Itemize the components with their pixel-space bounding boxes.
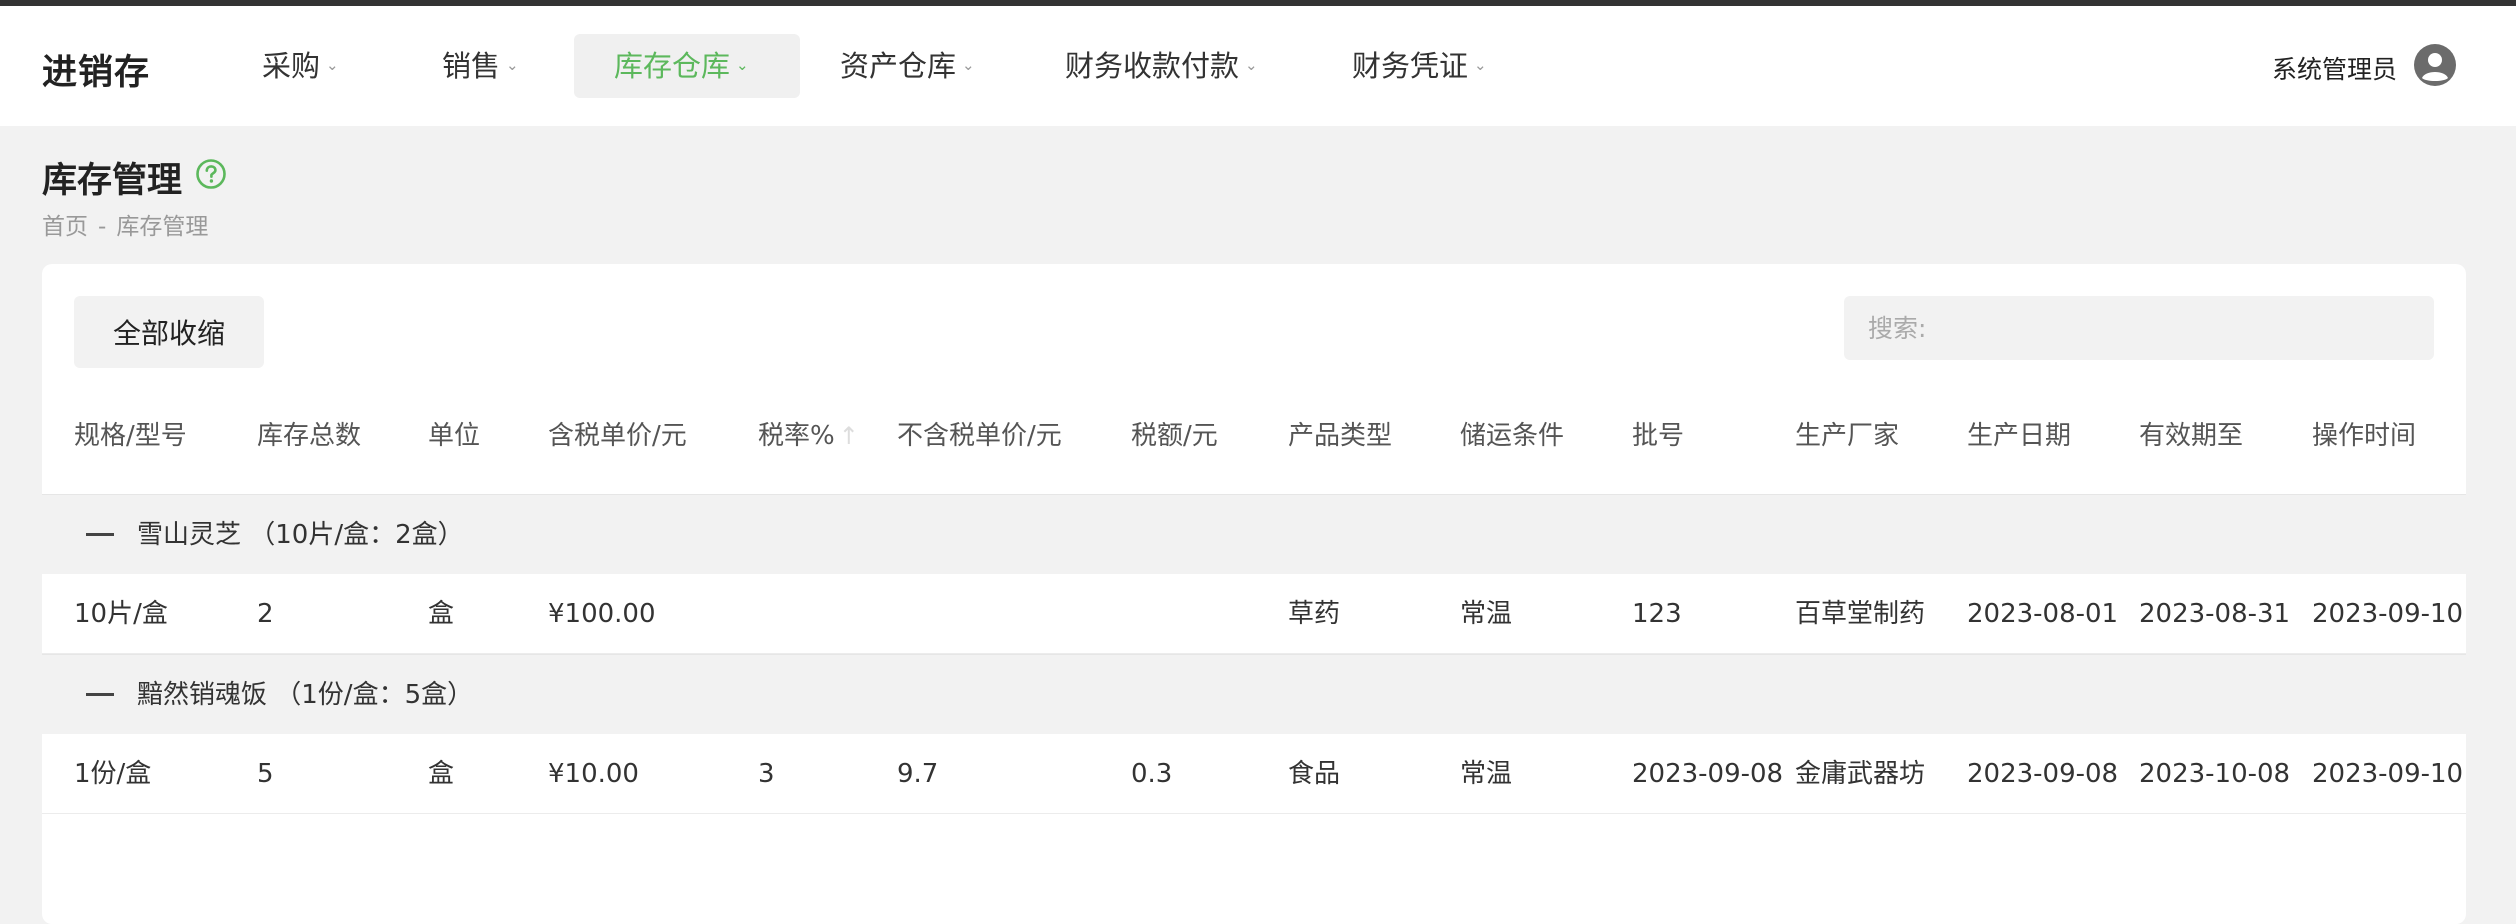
cell-spec: 10片/盒 — [74, 599, 168, 629]
cell-production-date: 2023-08-01 — [1967, 599, 2119, 629]
column-header-storage-condition[interactable]: 储运条件 — [1460, 394, 1564, 478]
nav-item-finance-vouchers[interactable]: 财务凭证 ⌄ — [1352, 34, 1487, 98]
table-row[interactable]: 1份/盒 5 盒 ¥10.00 3 9.7 0.3 食品 常温 2023-09-… — [42, 734, 2466, 814]
nav-item-label: 财务凭证 — [1352, 49, 1469, 83]
cell-price-incl-tax: ¥10.00 — [548, 759, 639, 789]
cell-unit: 盒 — [428, 599, 455, 629]
breadcrumb-current: 库存管理 — [116, 214, 209, 240]
help-circle-icon[interactable] — [195, 158, 227, 190]
cell-operation-time: 2023-09-10 1( — [2312, 599, 2466, 629]
cell-tax-amount: 0.3 — [1131, 759, 1173, 789]
column-header-manufacturer[interactable]: 生产厂家 — [1795, 394, 1899, 478]
chevron-down-icon: ⌄ — [736, 56, 749, 74]
chevron-down-icon: ⌄ — [962, 56, 975, 74]
column-header-batch-number[interactable]: 批号 — [1632, 394, 1684, 478]
column-header-product-type[interactable]: 产品类型 — [1288, 394, 1392, 478]
user-name[interactable]: 系统管理员 — [2272, 50, 2397, 86]
cell-total-stock: 5 — [257, 759, 274, 789]
page-title: 库存管理 — [42, 161, 183, 201]
column-header-unit[interactable]: 单位 — [428, 394, 480, 478]
collapse-all-button[interactable]: 全部收缩 — [74, 296, 264, 368]
cell-storage-condition: 常温 — [1460, 759, 1513, 789]
sort-up-icon[interactable]: ↑ — [839, 422, 859, 450]
nav-item-inventory-warehouse[interactable]: 库存仓库 ⌄ — [574, 34, 800, 98]
nav-item-label: 资产仓库 — [840, 49, 957, 83]
breadcrumb-home[interactable]: 首页 — [42, 214, 88, 240]
nav-item-label: 销售 — [442, 49, 501, 83]
column-header-expiry-date[interactable]: 有效期至 — [2139, 394, 2243, 478]
cell-manufacturer: 百草堂制药 — [1795, 599, 1926, 629]
collapse-minus-icon[interactable] — [86, 533, 114, 536]
cell-production-date: 2023-09-08 — [1967, 759, 2119, 789]
nav-item-label: 财务收款付款 — [1065, 49, 1240, 83]
nav-item-sales[interactable]: 销售 ⌄ — [442, 34, 519, 98]
group-row[interactable]: 雪山灵芝 （10片/盒：2盒） — [42, 494, 2466, 574]
collapse-minus-icon[interactable] — [86, 693, 114, 696]
cell-total-stock: 2 — [257, 599, 274, 629]
cell-price-excl-tax: 9.7 — [897, 759, 939, 789]
chevron-down-icon: ⌄ — [1474, 56, 1487, 74]
search-input[interactable] — [1844, 296, 2434, 360]
inventory-card: 全部收缩 规格/型号 库存总数 单位 含税单价/元 税率%↑ 不含税单价/元 税… — [42, 264, 2466, 924]
group-label: 黯然销魂饭 （1份/盒：5盒） — [137, 680, 474, 710]
cell-tax-rate: 3 — [758, 759, 775, 789]
cell-manufacturer: 金庸武器坊 — [1795, 759, 1926, 789]
top-navbar: 进销存 采购 ⌄ 销售 ⌄ 库存仓库 ⌄ 资产仓库 ⌄ 财务收款付款 ⌄ 财务凭证 ⌄ 系统… — [0, 6, 2516, 126]
cell-batch-number: 123 — [1632, 599, 1682, 629]
nav-item-asset-warehouse[interactable]: 资产仓库 ⌄ — [840, 34, 975, 98]
cell-operation-time: 2023-09-10 2 — [2312, 759, 2466, 789]
column-header-tax-rate[interactable]: 税率% ↑ — [758, 394, 859, 478]
cell-expiry-date: 2023-08-31 — [2139, 599, 2291, 629]
nav-item-label: 库存仓库 — [614, 49, 731, 83]
table-row[interactable]: 10片/盒 2 盒 ¥100.00 草药 常温 123 百草堂制药 2023-0… — [42, 574, 2466, 654]
column-header-price-incl-tax[interactable]: 含税单价/元 — [548, 394, 687, 478]
group-row[interactable]: 黯然销魂饭 （1份/盒：5盒） — [42, 654, 2466, 734]
brand-logo[interactable]: 进销存 — [42, 44, 150, 95]
column-header-production-date[interactable]: 生产日期 — [1967, 394, 2071, 478]
column-header-label: 税率% — [758, 421, 835, 451]
column-header-tax-amount[interactable]: 税额/元 — [1131, 394, 1218, 478]
cell-product-type: 食品 — [1288, 759, 1341, 789]
breadcrumb-separator: - — [98, 214, 107, 240]
group-label: 雪山灵芝 （10片/盒：2盒） — [137, 520, 464, 550]
column-header-spec[interactable]: 规格/型号 — [74, 394, 187, 478]
cell-price-incl-tax: ¥100.00 — [548, 599, 656, 629]
chevron-down-icon: ⌄ — [506, 56, 519, 74]
nav-item-label: 采购 — [262, 49, 321, 83]
cell-batch-number: 2023-09-08 — [1632, 759, 1784, 789]
cell-storage-condition: 常温 — [1460, 599, 1513, 629]
breadcrumb: 首页 - 库存管理 — [42, 207, 208, 241]
nav-item-finance-payments[interactable]: 财务收款付款 ⌄ — [1065, 34, 1258, 98]
table-header: 规格/型号 库存总数 单位 含税单价/元 税率% ↑ 不含税单价/元 税额/元 产… — [42, 394, 2466, 478]
chevron-down-icon: ⌄ — [326, 56, 339, 74]
cell-spec: 1份/盒 — [74, 759, 152, 789]
user-circle-icon[interactable] — [2414, 44, 2456, 86]
nav-item-purchase[interactable]: 采购 ⌄ — [262, 34, 339, 98]
column-header-total-stock[interactable]: 库存总数 — [257, 394, 361, 478]
column-header-operation-time[interactable]: 操作时间 — [2312, 394, 2416, 478]
cell-expiry-date: 2023-10-08 — [2139, 759, 2291, 789]
cell-unit: 盒 — [428, 759, 455, 789]
column-header-price-excl-tax[interactable]: 不含税单价/元 — [897, 394, 1062, 478]
chevron-down-icon: ⌄ — [1245, 56, 1258, 74]
cell-product-type: 草药 — [1288, 599, 1341, 629]
